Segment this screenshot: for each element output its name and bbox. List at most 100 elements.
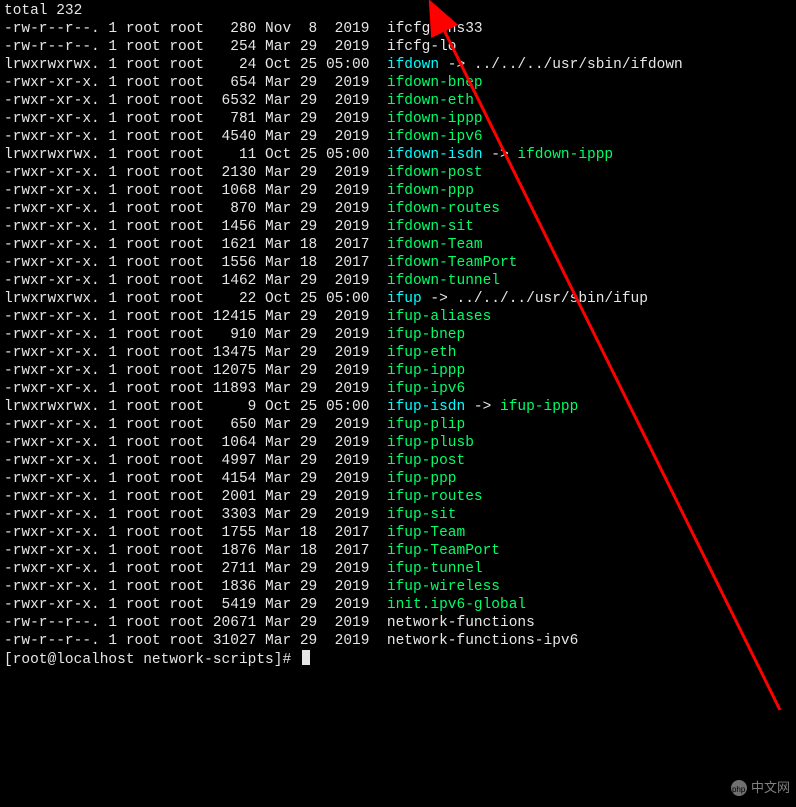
listing-row: -rwxr-xr-x. 1 root root 13475 Mar 29 201… xyxy=(4,344,796,362)
php-logo-icon xyxy=(731,780,747,796)
file-name: ifdown-ippp xyxy=(387,111,483,127)
file-name: ifup-post xyxy=(387,453,465,469)
file-name: ifup-sit xyxy=(387,507,457,523)
row-meta: -rw-r--r--. 1 root root 254 Mar 29 2019 xyxy=(4,39,387,55)
row-meta: -rwxr-xr-x. 1 root root 1621 Mar 18 2017 xyxy=(4,237,387,253)
file-name: ifup-eth xyxy=(387,345,457,361)
file-name: ifup-TeamPort xyxy=(387,543,500,559)
row-meta: -rwxr-xr-x. 1 root root 1064 Mar 29 2019 xyxy=(4,435,387,451)
listing-row: lrwxrwxrwx. 1 root root 22 Oct 25 05:00 … xyxy=(4,290,796,308)
symlink-target: ../../../usr/sbin/ifdown xyxy=(474,57,683,73)
file-name: ifup-ippp xyxy=(387,363,465,379)
listing-row: -rwxr-xr-x. 1 root root 781 Mar 29 2019 … xyxy=(4,110,796,128)
listing-row: -rwxr-xr-x. 1 root root 4997 Mar 29 2019… xyxy=(4,452,796,470)
listing-row: -rwxr-xr-x. 1 root root 11893 Mar 29 201… xyxy=(4,380,796,398)
row-meta: -rw-r--r--. 1 root root 280 Nov 8 2019 xyxy=(4,21,387,37)
listing-row: -rwxr-xr-x. 1 root root 654 Mar 29 2019 … xyxy=(4,74,796,92)
row-meta: -rw-r--r--. 1 root root 20671 Mar 29 201… xyxy=(4,615,387,631)
symlink-target: ifdown-ippp xyxy=(517,147,613,163)
symlink-target: ifup-ippp xyxy=(500,399,578,415)
symlink-target: ../../../usr/sbin/ifup xyxy=(457,291,648,307)
prompt-text: [root@localhost network-scripts]# xyxy=(4,652,300,668)
listing-row: -rwxr-xr-x. 1 root root 2130 Mar 29 2019… xyxy=(4,164,796,182)
row-meta: lrwxrwxrwx. 1 root root 9 Oct 25 05:00 xyxy=(4,399,387,415)
listing-row: lrwxrwxrwx. 1 root root 9 Oct 25 05:00 i… xyxy=(4,398,796,416)
row-meta: -rwxr-xr-x. 1 root root 2711 Mar 29 2019 xyxy=(4,561,387,577)
row-meta: -rwxr-xr-x. 1 root root 6532 Mar 29 2019 xyxy=(4,93,387,109)
row-meta: -rwxr-xr-x. 1 root root 11893 Mar 29 201… xyxy=(4,381,387,397)
listing-row: -rwxr-xr-x. 1 root root 5419 Mar 29 2019… xyxy=(4,596,796,614)
listing-row: -rwxr-xr-x. 1 root root 1456 Mar 29 2019… xyxy=(4,218,796,236)
shell-prompt[interactable]: [root@localhost network-scripts]# xyxy=(4,650,796,669)
listing-row: -rwxr-xr-x. 1 root root 2001 Mar 29 2019… xyxy=(4,488,796,506)
listing-row: -rw-r--r--. 1 root root 280 Nov 8 2019 i… xyxy=(4,20,796,38)
row-meta: -rwxr-xr-x. 1 root root 5419 Mar 29 2019 xyxy=(4,597,387,613)
file-name: ifdown-isdn xyxy=(387,147,483,163)
file-name: ifdown-post xyxy=(387,165,483,181)
row-meta: -rwxr-xr-x. 1 root root 4154 Mar 29 2019 xyxy=(4,471,387,487)
row-meta: -rwxr-xr-x. 1 root root 1876 Mar 18 2017 xyxy=(4,543,387,559)
row-meta: -rwxr-xr-x. 1 root root 2130 Mar 29 2019 xyxy=(4,165,387,181)
terminal-output[interactable]: total 232-rw-r--r--. 1 root root 280 Nov… xyxy=(4,2,796,669)
file-name: init.ipv6-global xyxy=(387,597,526,613)
watermark: 中文网 xyxy=(731,779,790,797)
listing-row: lrwxrwxrwx. 1 root root 24 Oct 25 05:00 … xyxy=(4,56,796,74)
listing-row: -rwxr-xr-x. 1 root root 4154 Mar 29 2019… xyxy=(4,470,796,488)
file-name: ifup-plusb xyxy=(387,435,474,451)
listing-row: -rwxr-xr-x. 1 root root 1836 Mar 29 2019… xyxy=(4,578,796,596)
file-name: ifdown-Team xyxy=(387,237,483,253)
file-name: ifdown-routes xyxy=(387,201,500,217)
file-name: ifup-isdn xyxy=(387,399,465,415)
file-name: ifcfg-lo xyxy=(387,39,457,55)
row-meta: -rwxr-xr-x. 1 root root 910 Mar 29 2019 xyxy=(4,327,387,343)
row-meta: -rwxr-xr-x. 1 root root 1755 Mar 18 2017 xyxy=(4,525,387,541)
file-name: ifdown-tunnel xyxy=(387,273,500,289)
symlink-arrow: -> xyxy=(483,147,518,163)
file-name: ifcfg-ens33 xyxy=(387,21,483,37)
file-name: network-functions xyxy=(387,615,535,631)
listing-row: -rwxr-xr-x. 1 root root 12415 Mar 29 201… xyxy=(4,308,796,326)
row-meta: lrwxrwxrwx. 1 root root 24 Oct 25 05:00 xyxy=(4,57,387,73)
file-name: ifdown-bnep xyxy=(387,75,483,91)
row-meta: -rwxr-xr-x. 1 root root 1836 Mar 29 2019 xyxy=(4,579,387,595)
file-name: ifup-ppp xyxy=(387,471,457,487)
file-name: ifup-routes xyxy=(387,489,483,505)
row-meta: -rw-r--r--. 1 root root 31027 Mar 29 201… xyxy=(4,633,387,649)
row-meta: -rwxr-xr-x. 1 root root 12075 Mar 29 201… xyxy=(4,363,387,379)
row-meta: -rwxr-xr-x. 1 root root 781 Mar 29 2019 xyxy=(4,111,387,127)
listing-row: -rwxr-xr-x. 1 root root 4540 Mar 29 2019… xyxy=(4,128,796,146)
file-name: ifup-Team xyxy=(387,525,465,541)
listing-row: -rwxr-xr-x. 1 root root 870 Mar 29 2019 … xyxy=(4,200,796,218)
listing-row: -rwxr-xr-x. 1 root root 1462 Mar 29 2019… xyxy=(4,272,796,290)
row-meta: -rwxr-xr-x. 1 root root 12415 Mar 29 201… xyxy=(4,309,387,325)
file-name: ifdown-ppp xyxy=(387,183,474,199)
listing-row: -rw-r--r--. 1 root root 254 Mar 29 2019 … xyxy=(4,38,796,56)
listing-row: -rwxr-xr-x. 1 root root 1556 Mar 18 2017… xyxy=(4,254,796,272)
listing-row: -rwxr-xr-x. 1 root root 1068 Mar 29 2019… xyxy=(4,182,796,200)
symlink-arrow: -> xyxy=(422,291,457,307)
row-meta: -rwxr-xr-x. 1 root root 870 Mar 29 2019 xyxy=(4,201,387,217)
file-name: ifdown-TeamPort xyxy=(387,255,518,271)
file-name: ifdown xyxy=(387,57,439,73)
listing-row: -rw-r--r--. 1 root root 20671 Mar 29 201… xyxy=(4,614,796,632)
row-meta: -rwxr-xr-x. 1 root root 1556 Mar 18 2017 xyxy=(4,255,387,271)
listing-row: -rwxr-xr-x. 1 root root 6532 Mar 29 2019… xyxy=(4,92,796,110)
file-name: ifup-ipv6 xyxy=(387,381,465,397)
listing-row: -rwxr-xr-x. 1 root root 650 Mar 29 2019 … xyxy=(4,416,796,434)
cursor xyxy=(302,650,310,665)
listing-row: -rwxr-xr-x. 1 root root 12075 Mar 29 201… xyxy=(4,362,796,380)
row-meta: -rwxr-xr-x. 1 root root 650 Mar 29 2019 xyxy=(4,417,387,433)
listing-row: -rwxr-xr-x. 1 root root 910 Mar 29 2019 … xyxy=(4,326,796,344)
row-meta: -rwxr-xr-x. 1 root root 13475 Mar 29 201… xyxy=(4,345,387,361)
row-meta: -rwxr-xr-x. 1 root root 3303 Mar 29 2019 xyxy=(4,507,387,523)
watermark-text: 中文网 xyxy=(751,779,790,797)
row-meta: lrwxrwxrwx. 1 root root 22 Oct 25 05:00 xyxy=(4,291,387,307)
total-line: total 232 xyxy=(4,2,796,20)
row-meta: -rwxr-xr-x. 1 root root 1462 Mar 29 2019 xyxy=(4,273,387,289)
row-meta: -rwxr-xr-x. 1 root root 654 Mar 29 2019 xyxy=(4,75,387,91)
file-name: network-functions-ipv6 xyxy=(387,633,578,649)
symlink-arrow: -> xyxy=(465,399,500,415)
row-meta: -rwxr-xr-x. 1 root root 4540 Mar 29 2019 xyxy=(4,129,387,145)
listing-row: -rwxr-xr-x. 1 root root 2711 Mar 29 2019… xyxy=(4,560,796,578)
file-name: ifup-tunnel xyxy=(387,561,483,577)
